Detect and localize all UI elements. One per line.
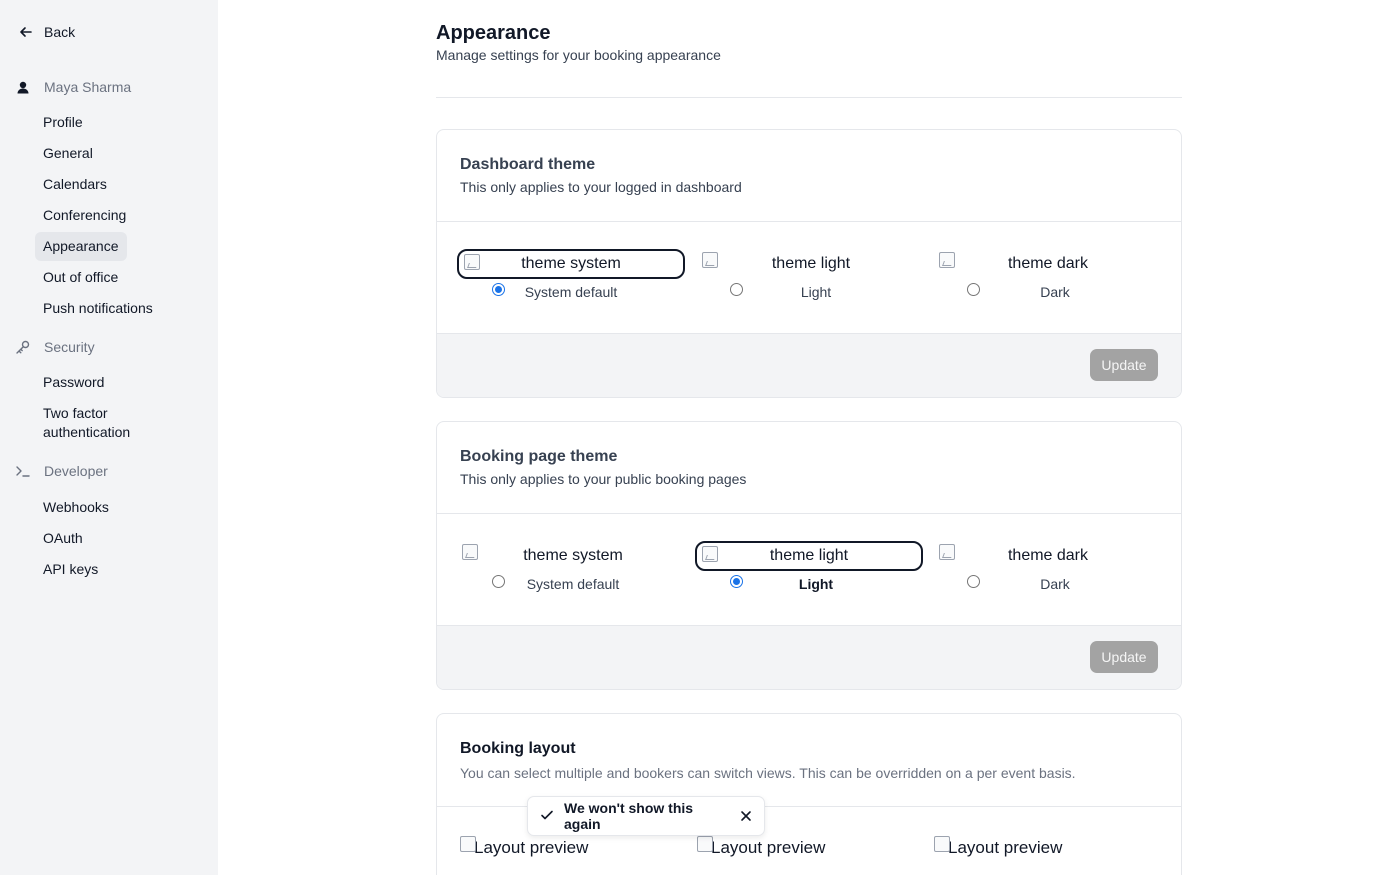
dashboard-theme-label-dark: Dark (1040, 284, 1070, 300)
sidebar-item-conferencing[interactable]: Conferencing (35, 201, 134, 230)
booking-page-theme-label-system: System default (526, 576, 620, 592)
booking-page-theme-update-button[interactable]: Update (1090, 641, 1158, 673)
broken-image-icon (464, 254, 480, 270)
theme-system-alt: theme system (523, 547, 623, 564)
booking-layout-header: Booking layout You can select multiple a… (437, 714, 1181, 807)
sidebar-item-profile[interactable]: Profile (35, 108, 91, 137)
theme-dark-alt: theme dark (1007, 255, 1089, 272)
back-button[interactable]: Back (18, 24, 75, 40)
broken-image-icon (934, 836, 950, 852)
dashboard-theme-option-system[interactable]: theme system System default (457, 249, 685, 309)
dashboard-theme-option-light[interactable]: theme light Light (697, 249, 925, 309)
user-icon (14, 78, 32, 96)
page-subtitle: Manage settings for your booking appeara… (436, 47, 721, 63)
broken-image-icon (697, 836, 713, 852)
layout-preview-month[interactable]: Layout preview (460, 836, 589, 858)
dashboard-theme-option-dark[interactable]: theme dark Dark (934, 249, 1162, 309)
check-icon (540, 808, 554, 825)
theme-dark-image[interactable]: theme dark (934, 249, 1162, 279)
page-title: Appearance (436, 22, 551, 44)
sidebar-item-push-notifications[interactable]: Push notifications (35, 294, 161, 323)
dashboard-theme-description: This only applies to your logged in dash… (460, 179, 742, 195)
booking-layout-title: Booking layout (460, 740, 576, 757)
sidebar-group-developer: Developer (14, 462, 108, 480)
theme-system-image[interactable]: theme system (459, 541, 687, 571)
theme-light-image[interactable]: theme light (695, 541, 923, 571)
theme-system-alt: theme system (521, 255, 621, 272)
sidebar-item-webhooks[interactable]: Webhooks (35, 493, 117, 522)
sidebar-group-developer-title: Developer (44, 463, 108, 479)
booking-page-theme-footer: Update (437, 625, 1181, 689)
broken-image-icon (460, 836, 476, 852)
sidebar-item-calendars[interactable]: Calendars (35, 170, 115, 199)
layout-preview-alt: Layout preview (474, 838, 589, 857)
booking-page-theme-option-dark[interactable]: theme dark Dark (934, 541, 1162, 601)
back-label: Back (44, 24, 76, 40)
theme-system-image[interactable]: theme system (457, 249, 685, 279)
broken-image-icon (939, 252, 955, 268)
terminal-icon (14, 462, 32, 480)
sidebar-item-api-keys[interactable]: API keys (35, 555, 106, 584)
sidebar-item-appearance[interactable]: Appearance (35, 232, 127, 261)
header-divider (436, 97, 1182, 98)
theme-light-alt: theme light (769, 547, 849, 564)
arrow-left-icon (20, 27, 32, 37)
booking-page-theme-label-dark: Dark (1040, 576, 1070, 592)
layout-preview-column[interactable]: Layout preview (934, 836, 1063, 858)
booking-page-theme-description: This only applies to your public booking… (460, 471, 747, 487)
dashboard-theme-title: Dashboard theme (460, 156, 596, 173)
booking-layout-description: You can select multiple and bookers can … (460, 765, 1076, 781)
dashboard-theme-label-light: Light (800, 284, 832, 300)
dashboard-theme-label-system: System default (524, 284, 618, 300)
toast-notification: We won't show this again (527, 796, 765, 836)
broken-image-icon (702, 252, 718, 268)
broken-image-icon (702, 546, 718, 562)
sidebar-group-user: Maya Sharma (14, 78, 131, 96)
broken-image-icon (939, 544, 955, 560)
booking-page-theme-option-system[interactable]: theme system System default (459, 541, 687, 601)
close-icon[interactable] (740, 810, 752, 822)
settings-sidebar: Back Maya Sharma Profile General Calenda… (0, 0, 218, 875)
sidebar-item-general[interactable]: General (35, 139, 101, 168)
dashboard-theme-header: Dashboard theme This only applies to you… (437, 130, 1181, 222)
theme-dark-image[interactable]: theme dark (934, 541, 1162, 571)
broken-image-icon (462, 544, 478, 560)
sidebar-group-user-title: Maya Sharma (44, 79, 132, 95)
sidebar-group-security: Security (14, 338, 95, 356)
sidebar-item-two-factor[interactable]: Two factor authentication (35, 399, 165, 447)
booking-page-theme-option-light[interactable]: theme light Light (695, 541, 923, 601)
sidebar-item-password[interactable]: Password (35, 368, 112, 397)
sidebar-group-security-title: Security (44, 339, 95, 355)
theme-light-alt: theme light (771, 255, 851, 272)
key-icon (14, 338, 32, 356)
theme-light-image[interactable]: theme light (697, 249, 925, 279)
toast-message: We won't show this again (564, 800, 694, 832)
dashboard-theme-card: Dashboard theme This only applies to you… (436, 129, 1182, 398)
layout-preview-alt: Layout preview (711, 838, 826, 857)
sidebar-item-oauth[interactable]: OAuth (35, 524, 91, 553)
sidebar-item-out-of-office[interactable]: Out of office (35, 263, 126, 292)
dashboard-theme-footer: Update (437, 333, 1181, 397)
dashboard-theme-update-button[interactable]: Update (1090, 349, 1158, 381)
layout-preview-weekly[interactable]: Layout preview (697, 836, 826, 858)
booking-page-theme-header: Booking page theme This only applies to … (437, 422, 1181, 514)
booking-page-theme-card: Booking page theme This only applies to … (436, 421, 1182, 690)
theme-dark-alt: theme dark (1007, 547, 1089, 564)
layout-preview-alt: Layout preview (948, 838, 1063, 857)
booking-page-theme-title: Booking page theme (460, 448, 618, 465)
booking-page-theme-label-light: Light (798, 576, 834, 592)
